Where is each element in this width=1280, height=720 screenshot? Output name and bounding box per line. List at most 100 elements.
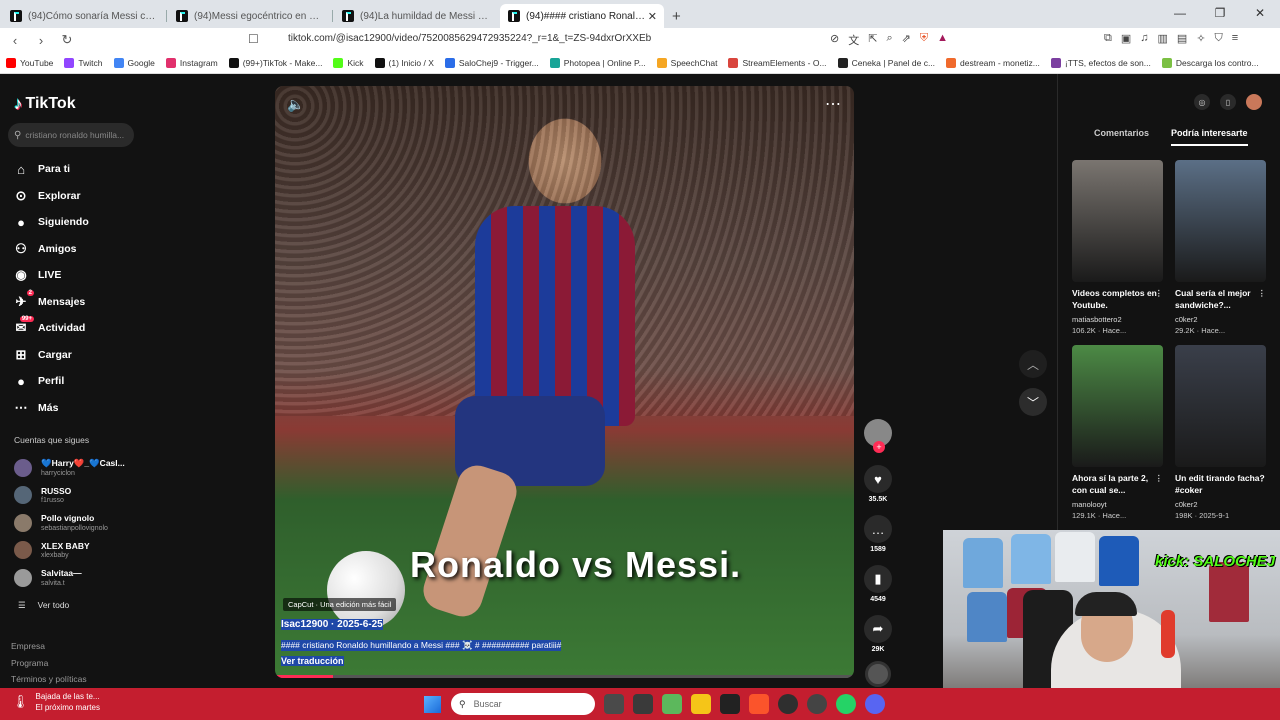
bookmark-item[interactable]: Kick bbox=[333, 57, 364, 68]
card-author[interactable]: manolooyt bbox=[1072, 500, 1163, 509]
bookmark-item[interactable]: SpeechChat bbox=[656, 57, 717, 68]
save-button[interactable]: ▮ bbox=[864, 565, 892, 593]
leo-icon[interactable]: ✧ bbox=[1196, 32, 1205, 45]
minimize-button[interactable]: — bbox=[1160, 0, 1200, 26]
sidebar-item-explorar[interactable]: ⊙ Explorar bbox=[12, 183, 89, 210]
bookmark-item[interactable]: StreamElements - O... bbox=[728, 57, 827, 68]
more-options-icon[interactable]: ⋯ bbox=[825, 94, 842, 114]
brave-browser-icon[interactable] bbox=[749, 694, 769, 714]
open-external-icon[interactable]: ⇱ bbox=[868, 32, 877, 48]
bookmark-item[interactable]: Descarga los contro... bbox=[1161, 57, 1259, 68]
follow-plus-icon[interactable]: + bbox=[873, 441, 885, 453]
sidebar-icon[interactable]: ▥ bbox=[1158, 32, 1168, 45]
start-button[interactable] bbox=[424, 696, 441, 713]
card-author[interactable]: matiasbottero2 bbox=[1072, 315, 1163, 324]
sidebar-item-live[interactable]: ◉ LIVE bbox=[12, 262, 89, 289]
video-progress-bar[interactable] bbox=[275, 675, 854, 678]
store-icon[interactable] bbox=[633, 694, 653, 714]
bookmark-item[interactable]: Instagram bbox=[165, 57, 218, 68]
more-options-icon[interactable]: ⋮ bbox=[1258, 472, 1267, 484]
sidebar-item-para-ti[interactable]: ⌂ Para ti bbox=[12, 156, 89, 183]
games-icon[interactable] bbox=[662, 694, 682, 714]
file-explorer-icon[interactable] bbox=[691, 694, 711, 714]
like-button[interactable]: ♥ bbox=[864, 465, 892, 493]
video-author[interactable]: Isac12900 · 2025-6-25 bbox=[281, 619, 383, 630]
suggested-video-card[interactable]: Cual sería el mejor sandwiche?... ⋮ c0ker2… bbox=[1175, 160, 1266, 335]
maximize-button[interactable]: ❐ bbox=[1200, 0, 1240, 26]
new-tab-button[interactable]: + bbox=[672, 4, 681, 28]
no-tracking-icon[interactable]: ⊘ bbox=[830, 32, 839, 48]
bookmark-item[interactable]: ¡TTS, efectos de son... bbox=[1050, 57, 1151, 68]
taskbar-search[interactable]: ⚲ Buscar bbox=[451, 693, 595, 715]
bookmark-item[interactable]: Google bbox=[113, 57, 155, 68]
browser-tab[interactable]: (94)Cómo sonaría Messi con un eg... bbox=[2, 4, 167, 28]
zoom-icon[interactable]: ⌕ bbox=[886, 32, 892, 48]
music-disc-icon[interactable] bbox=[865, 661, 891, 687]
more-options-icon[interactable]: ⋮ bbox=[1155, 287, 1164, 299]
see-all-link[interactable]: ☰ Ver todo bbox=[18, 600, 69, 611]
close-window-button[interactable]: ✕ bbox=[1240, 0, 1280, 26]
close-tab-icon[interactable]: ✕ bbox=[648, 10, 656, 23]
tab-comments[interactable]: Comentarios bbox=[1094, 128, 1149, 146]
device-icon[interactable]: ▯ bbox=[1220, 94, 1236, 110]
sidebar-item-más[interactable]: ⋯ Más bbox=[12, 395, 89, 422]
video-player[interactable]: Ronaldo vs Messi. 🔈 ⋯ CapCut · Una edici… bbox=[275, 86, 854, 678]
menu-icon[interactable]: ≡ bbox=[1232, 32, 1238, 45]
suggested-video-card[interactable]: Un edit tirando facha? #coker ⋮ c0ker2 198K… bbox=[1175, 345, 1266, 520]
url-field[interactable]: tiktok.com/@isac12900/video/752008562947… bbox=[288, 33, 651, 44]
sidebar-item-amigos[interactable]: ⚇ Amigos bbox=[12, 236, 89, 263]
comment-button[interactable]: … bbox=[864, 515, 892, 543]
volume-icon[interactable]: 🔈 bbox=[287, 96, 304, 113]
video-thumbnail[interactable] bbox=[1072, 345, 1163, 467]
brave-shield-icon[interactable]: ⛨ bbox=[920, 32, 928, 48]
card-author[interactable]: c0ker2 bbox=[1175, 315, 1266, 324]
browser-tab[interactable]: (94)La humildad de Messi en el fútb... bbox=[334, 4, 498, 28]
video-thumbnail[interactable] bbox=[1175, 345, 1266, 467]
bookmark-item[interactable]: (99+)TikTok - Make... bbox=[228, 57, 322, 68]
bookmark-item[interactable]: destream - monetiz... bbox=[946, 57, 1040, 68]
reload-button[interactable]: ↻ bbox=[56, 32, 78, 48]
share-icon[interactable]: ⇗ bbox=[902, 32, 911, 48]
capcut-badge[interactable]: CapCut · Una edición más fácil bbox=[283, 598, 397, 611]
sidebar-item-actividad[interactable]: ✉ 99+ Actividad bbox=[12, 315, 89, 342]
weather-widget[interactable]: 🌡 Bajada de las te... El próximo martes bbox=[12, 691, 100, 713]
following-account[interactable]: Pollo vignolo sebastianpollovignolo bbox=[14, 509, 125, 537]
brave-rewards-icon[interactable]: ▲ bbox=[937, 32, 948, 48]
footer-link[interactable]: Programa bbox=[11, 655, 87, 672]
task-view-icon[interactable] bbox=[604, 694, 624, 714]
see-translation-link[interactable]: Ver traducción bbox=[281, 656, 344, 666]
bookmark-item[interactable]: Twitch bbox=[64, 57, 103, 68]
bookmark-item[interactable]: YouTube bbox=[6, 57, 53, 68]
whatsapp-icon[interactable] bbox=[836, 694, 856, 714]
bookmark-item[interactable]: (1) Inicio / X bbox=[374, 57, 434, 68]
suggested-video-card[interactable]: Ahora sí la parte 2, con cual se... ⋮ mano… bbox=[1072, 345, 1163, 520]
back-button[interactable]: ‹ bbox=[4, 33, 26, 48]
following-account[interactable]: 💙Harry❤️_💙Casl... harryciclon bbox=[14, 454, 125, 482]
screenshot-icon[interactable]: ▣ bbox=[1121, 32, 1131, 45]
obs-icon[interactable] bbox=[778, 694, 798, 714]
more-options-icon[interactable]: ⋮ bbox=[1155, 472, 1164, 484]
following-account[interactable]: RUSSO f1russo bbox=[14, 482, 125, 510]
following-account[interactable]: XLEX BABY xlexbaby bbox=[14, 537, 125, 565]
sidebar-item-siguiendo[interactable]: ● Siguiendo bbox=[12, 209, 89, 236]
extensions-icon[interactable]: ⧉ bbox=[1104, 32, 1112, 45]
share-button[interactable]: ➦ bbox=[864, 615, 892, 643]
avatar[interactable] bbox=[1246, 94, 1262, 110]
video-thumbnail[interactable] bbox=[1072, 160, 1163, 282]
suggested-video-card[interactable]: Videos completos en Youtube. ⋮ matiasbotte… bbox=[1072, 160, 1163, 335]
footer-link[interactable]: Empresa bbox=[11, 638, 87, 655]
bookmark-item[interactable]: SaloChej9 - Trigger... bbox=[444, 57, 539, 68]
sidebar-item-mensajes[interactable]: ✈ 2 Mensajes bbox=[12, 289, 89, 316]
video-thumbnail[interactable] bbox=[1175, 160, 1266, 282]
media-icon[interactable]: ♫ bbox=[1140, 32, 1148, 45]
sidebar-item-perfil[interactable]: ● Perfil bbox=[12, 368, 89, 395]
bookmark-item[interactable]: Ceneka | Panel de c... bbox=[837, 57, 935, 68]
coins-icon[interactable]: ◎ bbox=[1194, 94, 1210, 110]
browser-tab-active[interactable]: (94)#### cristiano Ronaldo h...✕ bbox=[500, 4, 664, 28]
wallet-icon[interactable]: ▤ bbox=[1177, 32, 1187, 45]
vpn-icon[interactable]: ⛉ bbox=[1215, 32, 1223, 45]
forward-button[interactable]: › bbox=[30, 33, 52, 48]
search-input[interactable]: ⚲ cristiano ronaldo humilla... bbox=[8, 123, 134, 147]
browser-tab[interactable]: (94)Messi egocéntrico en Qatar 2022... bbox=[168, 4, 333, 28]
terminal-icon[interactable] bbox=[720, 694, 740, 714]
